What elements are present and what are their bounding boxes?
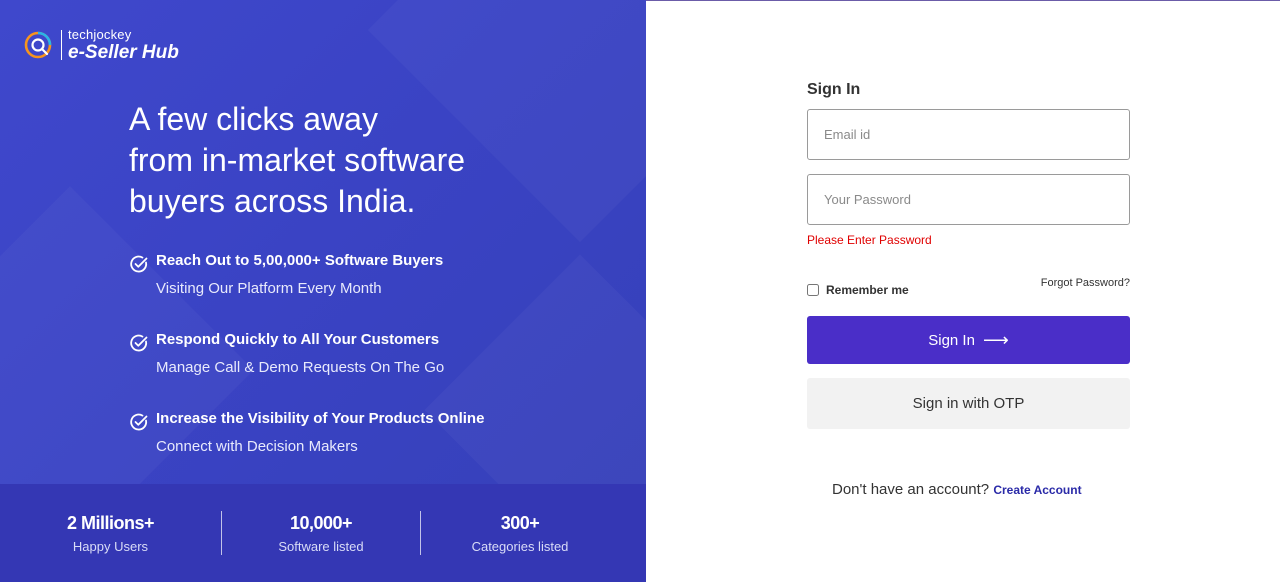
remember-me[interactable]: Remember me <box>807 283 909 297</box>
signup-prompt: Don't have an account? Create Account <box>832 481 1082 498</box>
sign-in-otp-button[interactable]: Sign in with OTP <box>807 378 1130 429</box>
signin-form: Sign In Please Enter Password Remember m… <box>807 80 1130 429</box>
feature-subtitle: Manage Call & Demo Requests On The Go <box>156 359 445 376</box>
email-field[interactable] <box>807 109 1130 160</box>
brand-logo[interactable]: techjockey e-Seller Hub <box>22 28 179 62</box>
check-circle-icon <box>130 413 148 431</box>
headline-line: buyers across India. <box>129 183 416 219</box>
top-border <box>646 0 1280 1</box>
sign-in-button-label: Sign In <box>928 331 975 349</box>
feature-title: Respond Quickly to All Your Customers <box>156 331 440 348</box>
stat-label: Software listed <box>278 538 364 554</box>
signin-title: Sign In <box>807 81 861 98</box>
feature-item: Reach Out to 5,00,000+ Software Buyers V… <box>129 250 484 329</box>
check-circle-icon <box>130 255 148 273</box>
stat-value: 300+ <box>500 512 540 533</box>
feature-subtitle: Connect with Decision Makers <box>156 438 358 455</box>
feature-title: Increase the Visibility of Your Products… <box>156 410 485 427</box>
brand-name-small: techjockey <box>68 27 132 42</box>
stat-categories-listed: 300+ Categories listed <box>421 513 619 554</box>
sign-in-button[interactable]: Sign In ⟶ <box>807 316 1130 364</box>
create-account-link[interactable]: Create Account <box>993 483 1081 497</box>
stat-value: 2 Millions+ <box>66 512 155 533</box>
arrow-right-icon: ⟶ <box>982 330 1009 350</box>
feature-list: Reach Out to 5,00,000+ Software Buyers V… <box>129 250 484 487</box>
check-circle-icon <box>130 334 148 352</box>
stat-value: 10,000+ <box>289 512 353 533</box>
headline-line: A few clicks away <box>129 101 378 137</box>
feature-title: Reach Out to 5,00,000+ Software Buyers <box>156 252 444 269</box>
stats-bar: 2 Millions+ Happy Users 10,000+ Software… <box>0 484 646 582</box>
stat-label: Categories listed <box>471 538 569 554</box>
no-account-text: Don't have an account? <box>832 481 990 498</box>
techjockey-logo-icon <box>24 31 52 59</box>
remember-forgot-row: Remember me Forgot Password? <box>807 277 1130 297</box>
logo-divider <box>61 30 62 60</box>
brand-name-big: e-Seller Hub <box>68 42 179 63</box>
remember-me-label: Remember me <box>826 283 909 297</box>
stat-happy-users: 2 Millions+ Happy Users <box>0 513 221 554</box>
hero-headline: A few clicks away from in-market softwar… <box>129 99 549 222</box>
stat-label: Happy Users <box>72 538 149 554</box>
feature-item: Respond Quickly to All Your Customers Ma… <box>129 329 484 408</box>
forgot-password-link[interactable]: Forgot Password? <box>1041 277 1130 297</box>
feature-item: Increase the Visibility of Your Products… <box>129 408 484 487</box>
promo-panel: techjockey e-Seller Hub A few clicks awa… <box>0 0 646 582</box>
feature-subtitle: Visiting Our Platform Every Month <box>156 280 382 297</box>
password-error-message: Please Enter Password <box>807 233 932 247</box>
remember-me-checkbox[interactable] <box>807 284 819 296</box>
stat-software-listed: 10,000+ Software listed <box>222 513 420 554</box>
headline-line: from in-market software <box>129 142 466 178</box>
password-field[interactable] <box>807 174 1130 225</box>
signin-panel: Sign In Please Enter Password Remember m… <box>646 0 1280 582</box>
